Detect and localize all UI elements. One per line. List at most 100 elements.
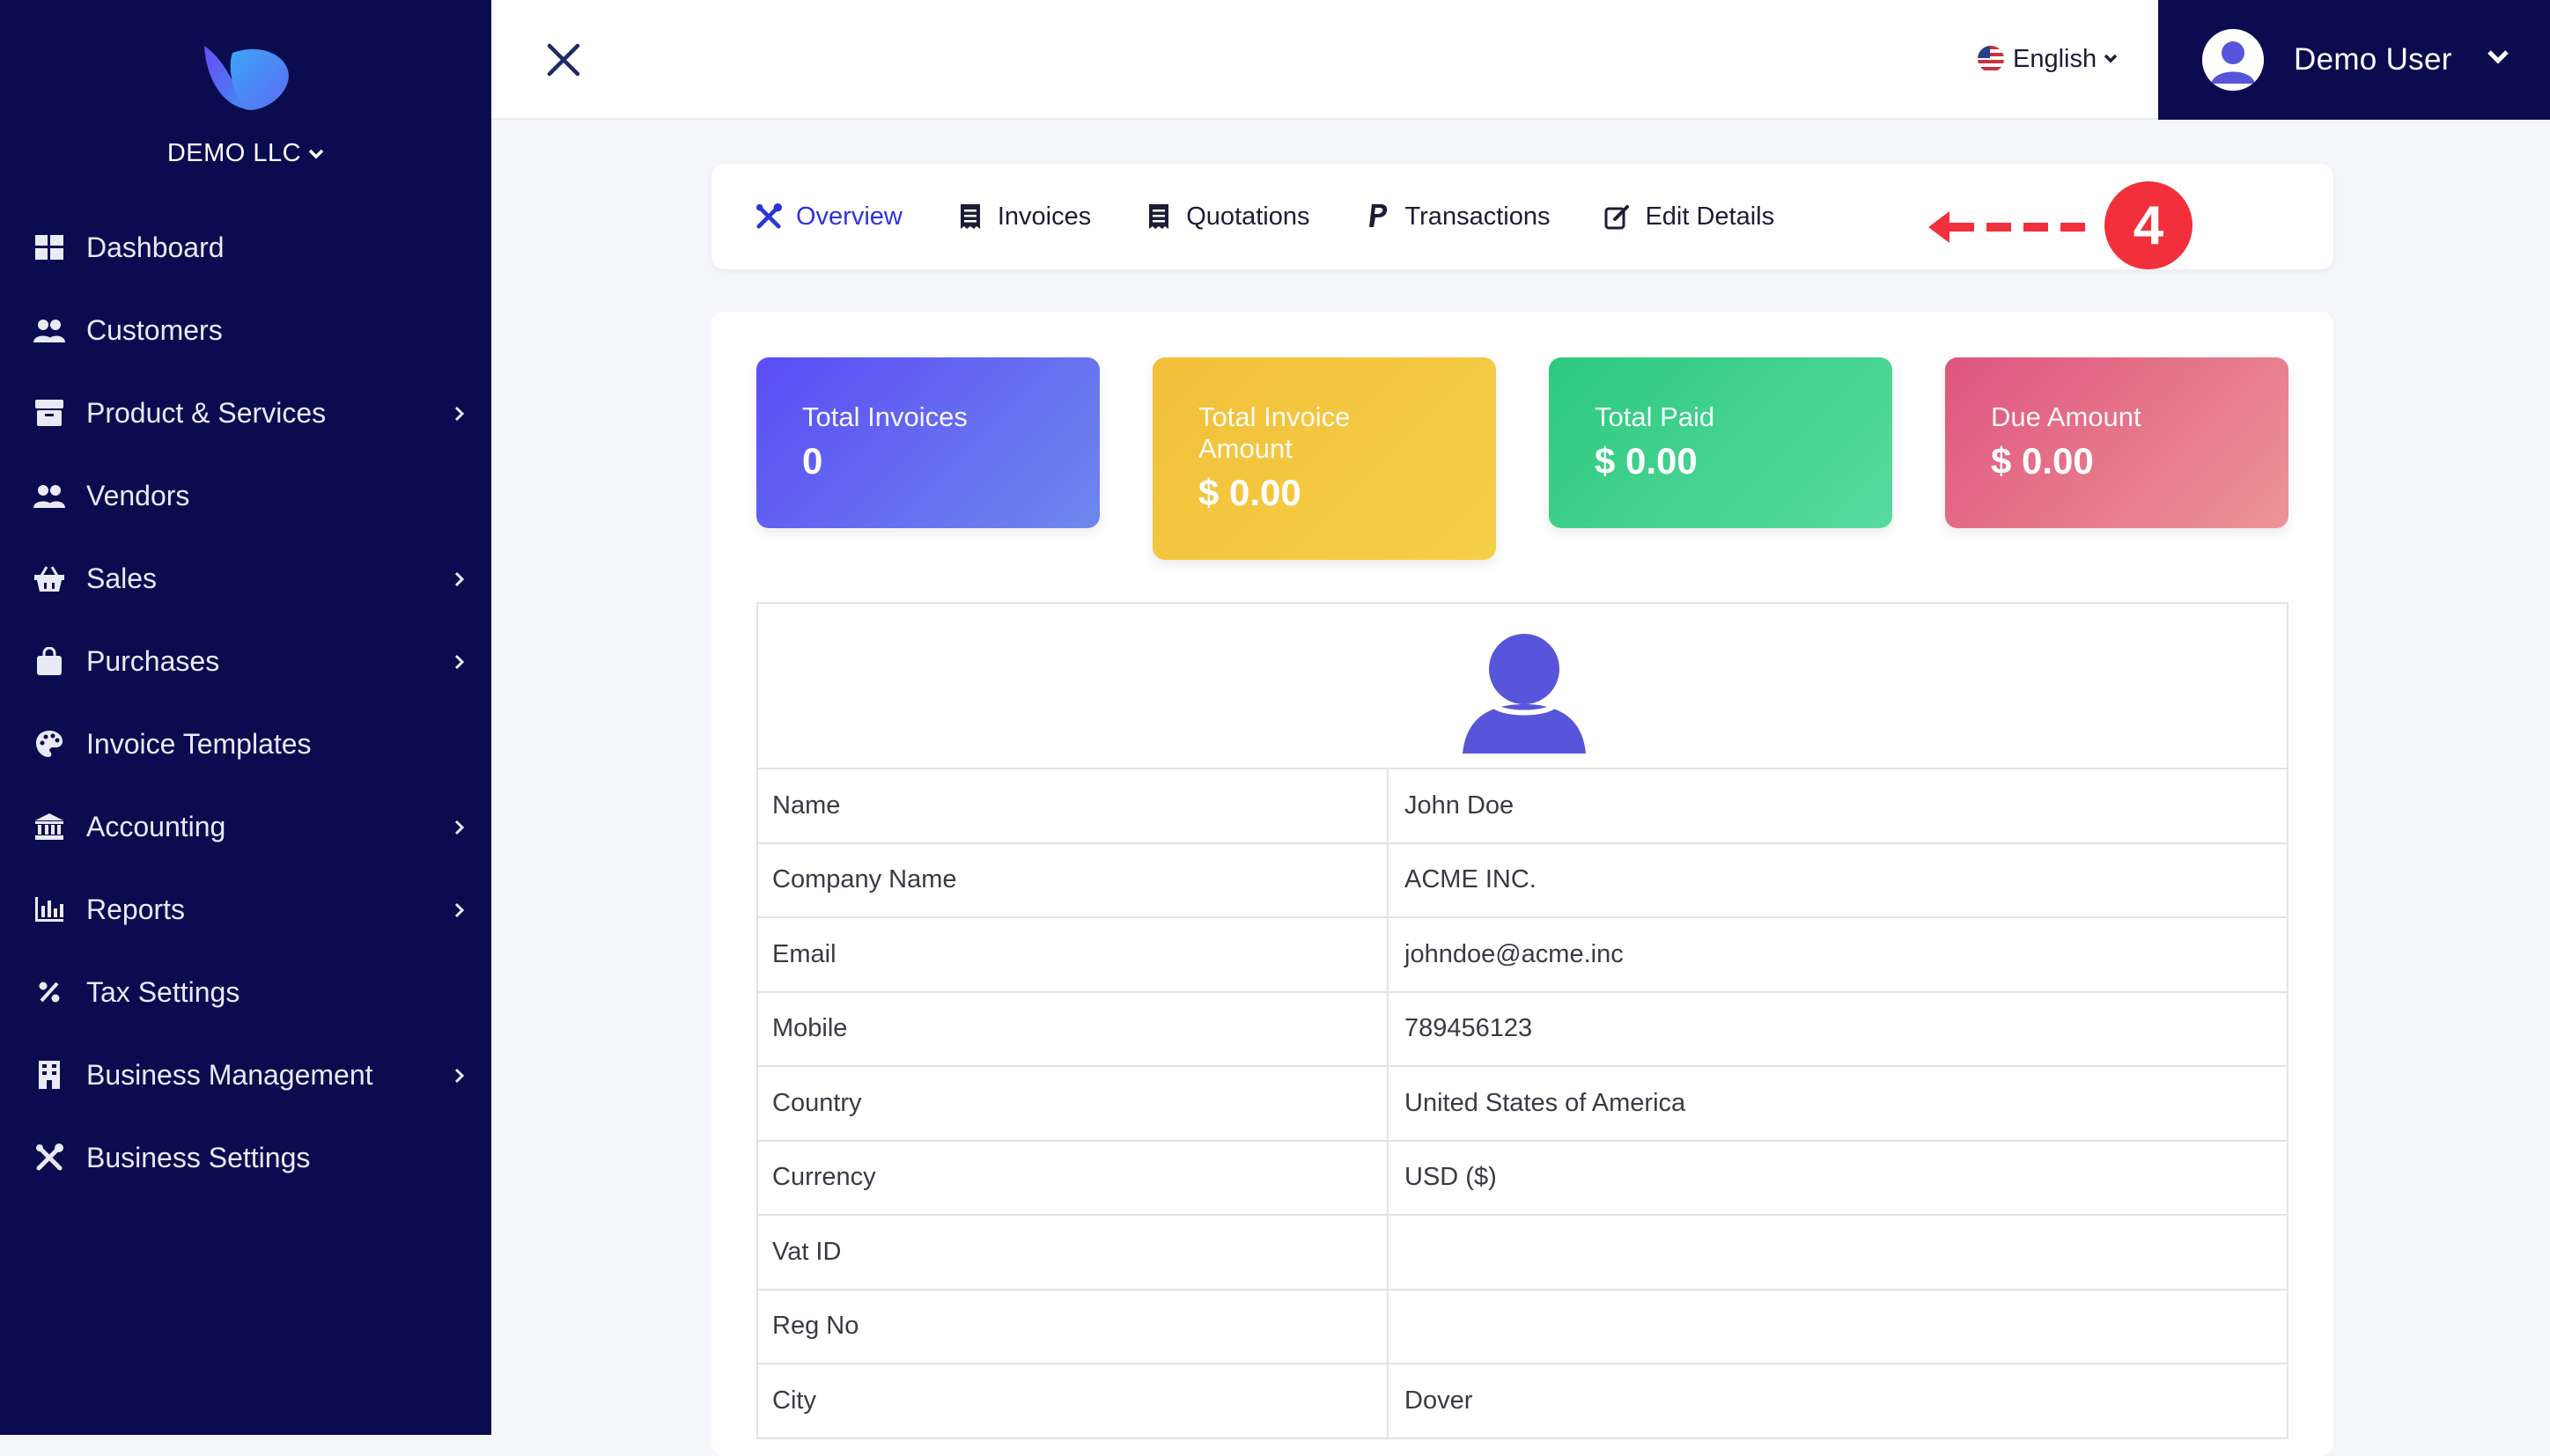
detail-label: Reg No: [758, 1290, 1389, 1363]
receipt-icon: [1146, 203, 1172, 230]
customer-photo-row: [758, 604, 2287, 769]
detail-value: Dover: [1404, 1386, 1473, 1415]
edit-icon: [1604, 203, 1631, 230]
dashboard-icon: [32, 230, 67, 265]
close-icon[interactable]: [544, 40, 583, 79]
avatar: [2202, 29, 2264, 91]
language-selector[interactable]: English: [1978, 39, 2118, 79]
table-row: Name John Doe: [758, 769, 2287, 844]
company-logo-icon[interactable]: [197, 35, 294, 114]
detail-label: Vat ID: [758, 1216, 1389, 1289]
table-row: Currency USD ($): [758, 1141, 2287, 1216]
user-avatar-icon: [1463, 634, 1586, 754]
sidebar-item-dashboard[interactable]: Dashboard: [0, 206, 491, 289]
building-icon: [32, 1057, 67, 1092]
box-icon: [32, 395, 67, 430]
sidebar-item-business-management[interactable]: Business Management: [0, 1033, 491, 1116]
detail-value: USD ($): [1404, 1163, 1497, 1192]
tab-quotations[interactable]: Quotations: [1146, 202, 1310, 232]
user-menu[interactable]: Demo User: [2158, 0, 2550, 120]
tab-label: Invoices: [997, 202, 1092, 231]
sidebar-item-label: Purchases: [86, 644, 220, 677]
table-row: Reg No: [758, 1290, 2287, 1364]
table-row: Country United States of America: [758, 1067, 2287, 1142]
company-switcher[interactable]: DEMO LLC: [0, 139, 491, 168]
palette-icon: [32, 726, 67, 761]
annotation-badge: 4: [2104, 181, 2193, 269]
chevron-right-icon: [454, 406, 465, 422]
tab-label: Transactions: [1404, 202, 1551, 231]
stat-label: Total Invoice Amount: [1198, 401, 1351, 464]
company-name: DEMO LLC: [166, 139, 302, 167]
stat-label: Total Invoices: [802, 401, 968, 432]
stat-value: $ 0.00: [1198, 472, 1301, 513]
detail-value: United States of America: [1404, 1088, 1686, 1117]
stat-total-paid: Total Paid $ 0.00: [1549, 357, 1892, 528]
sidebar-item-label: Dashboard: [86, 231, 225, 263]
detail-label: Country: [758, 1067, 1389, 1140]
sidebar-item-label: Vendors: [86, 479, 190, 511]
sidebar-item-product-services[interactable]: Product & Services: [0, 371, 491, 454]
table-row: Vat ID: [758, 1216, 2287, 1291]
tab-label: Edit Details: [1645, 202, 1775, 231]
detail-label: Company Name: [758, 843, 1389, 916]
sidebar-item-accounting[interactable]: Accounting: [0, 785, 491, 868]
detail-label: Email: [758, 918, 1389, 991]
receipt-icon: [957, 203, 984, 230]
sidebar-item-label: Product & Services: [86, 396, 327, 429]
users-icon: [32, 313, 67, 348]
chevron-right-icon: [454, 571, 465, 587]
detail-label: Currency: [758, 1141, 1389, 1214]
detail-label: City: [758, 1364, 1389, 1438]
stat-value: $ 0.00: [1991, 440, 2094, 482]
table-row: Email johndoe@acme.inc: [758, 918, 2287, 993]
table-row: Company Name ACME INC.: [758, 843, 2287, 918]
sidebar-item-label: Accounting: [86, 810, 226, 842]
stat-due-amount: Due Amount $ 0.00: [1945, 357, 2288, 528]
sidebar-item-business-settings[interactable]: Business Settings: [0, 1116, 491, 1199]
table-row: Mobile 789456123: [758, 992, 2287, 1067]
sidebar-item-customers[interactable]: Customers: [0, 289, 491, 371]
stat-total-invoices: Total Invoices 0: [756, 357, 1100, 528]
stat-value: $ 0.00: [1595, 440, 1698, 482]
tab-invoices[interactable]: Invoices: [957, 202, 1091, 232]
sidebar-item-reports[interactable]: Reports: [0, 868, 491, 951]
sidebar-item-label: Tax Settings: [86, 975, 240, 1008]
detail-value: 789456123: [1404, 1014, 1533, 1043]
sidebar-item-purchases[interactable]: Purchases: [0, 620, 491, 702]
chevron-right-icon: [454, 654, 465, 670]
sidebar-menu: Dashboard Customers Product & Services V…: [0, 206, 491, 1199]
detail-label: Mobile: [758, 992, 1389, 1065]
bag-icon: [32, 643, 67, 679]
detail-value: John Doe: [1404, 791, 1515, 820]
sidebar-item-sales[interactable]: Sales: [0, 537, 491, 620]
chevron-right-icon: [454, 902, 465, 918]
tab-overview[interactable]: Overview: [755, 202, 903, 232]
chevron-down-icon: [2487, 50, 2509, 64]
bank-icon: [32, 809, 67, 844]
customer-overview-card: Total Invoices 0 Total Invoice Amount $ …: [711, 312, 2333, 1456]
sidebar-item-invoice-templates[interactable]: Invoice Templates: [0, 702, 491, 785]
sidebar-item-label: Customers: [86, 313, 223, 346]
chevron-down-icon: [308, 150, 324, 159]
us-flag-icon: [1978, 46, 2004, 72]
tab-label: Quotations: [1186, 202, 1310, 231]
detail-value: [1389, 1216, 2287, 1289]
sidebar-item-label: Business Management: [86, 1058, 373, 1091]
sidebar-item-vendors[interactable]: Vendors: [0, 454, 491, 537]
sidebar-item-tax-settings[interactable]: Tax Settings: [0, 951, 491, 1033]
chevron-right-icon: [454, 1068, 465, 1084]
tools-icon: [755, 203, 782, 230]
detail-value: johndoe@acme.inc: [1404, 939, 1624, 968]
chevron-right-icon: [454, 820, 465, 835]
stat-label: Total Paid: [1595, 401, 1715, 432]
detail-value: ACME INC.: [1404, 865, 1537, 894]
paypal-icon: [1365, 203, 1391, 230]
tab-transactions[interactable]: Transactions: [1365, 202, 1551, 232]
sidebar: DEMO LLC Dashboard Customers Product & S…: [0, 0, 491, 1435]
detail-value: [1389, 1291, 2287, 1364]
tab-label: Overview: [796, 202, 903, 231]
top-bar: English Demo User: [491, 0, 2550, 120]
tab-edit-details[interactable]: Edit Details: [1604, 202, 1774, 232]
sidebar-item-label: Business Settings: [86, 1141, 311, 1173]
